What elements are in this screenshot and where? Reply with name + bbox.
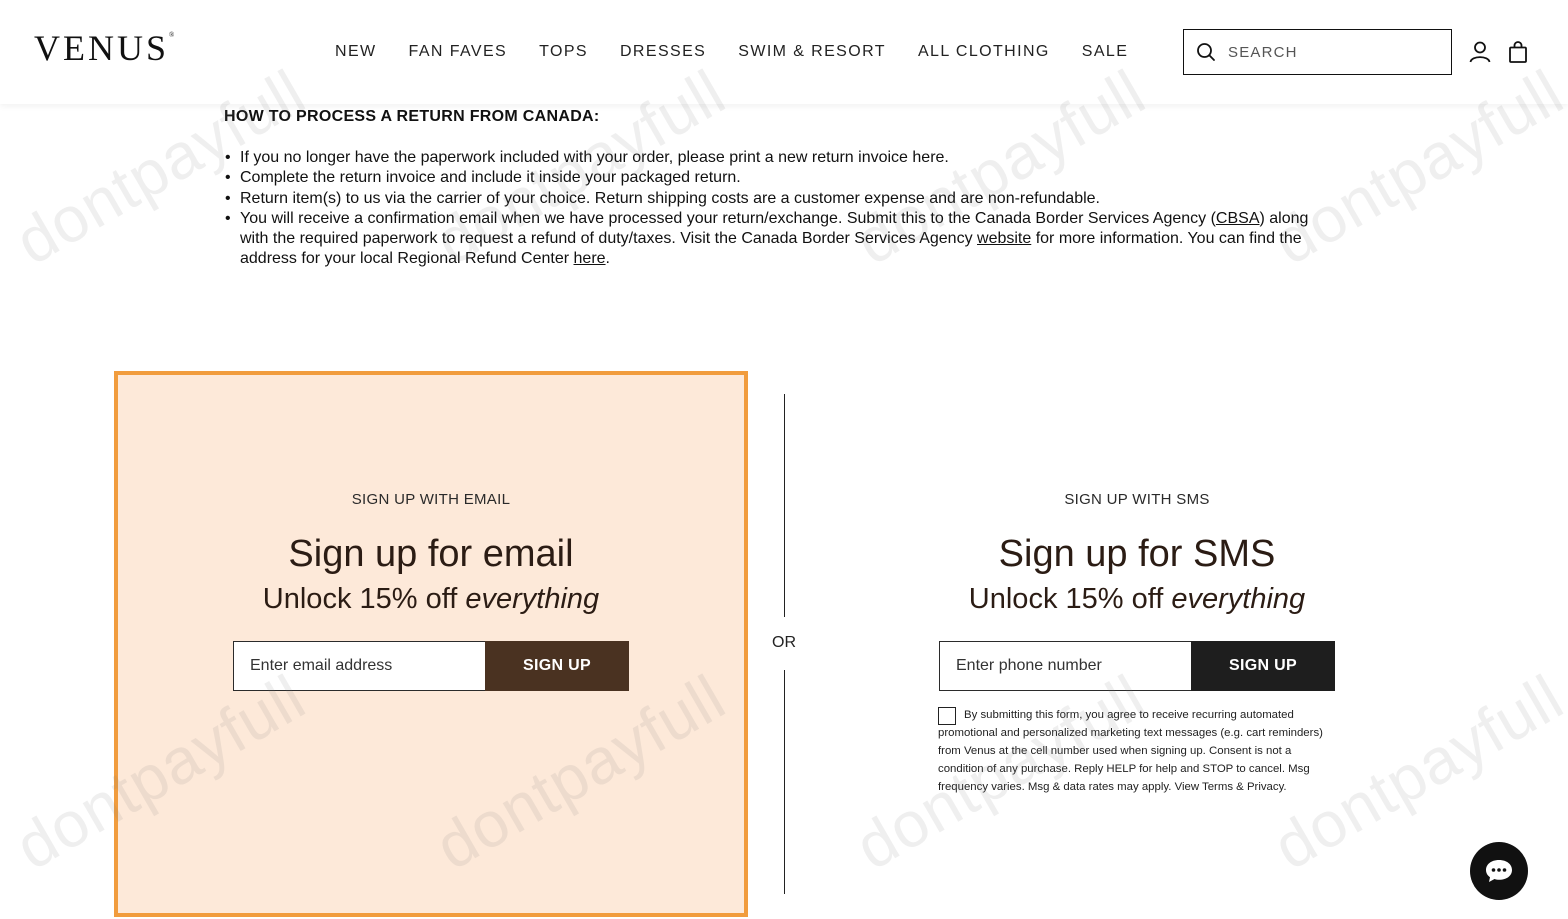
search-input[interactable] [1228,43,1428,61]
nav-fan-faves[interactable]: FAN FAVES [409,41,508,63]
returns-step: If you no longer have the paperwork incl… [224,148,1334,169]
nav-sale[interactable]: SALE [1082,41,1129,63]
email-signup-button[interactable]: SIGN UP [485,641,629,691]
email-signup-kicker: SIGN UP WITH EMAIL [351,491,511,508]
site-header: VENUS® NEW FAN FAVES TOPS DRESSES SWIM &… [0,0,1568,104]
nav-swim-resort[interactable]: SWIM & RESORT [738,41,886,63]
sms-consent: By submitting this form, you agree to re… [938,706,1338,796]
sms-signup-title: Sign up for SMS [998,533,1276,575]
sms-signup-button[interactable]: SIGN UP [1191,641,1335,691]
canada-returns-section: HOW TO PROCESS A RETURN FROM CANADA: If … [224,106,1334,270]
email-signup-subtitle: Unlock 15% off everything [262,583,600,615]
email-field[interactable] [233,641,485,691]
email-signup-card: SIGN UP WITH EMAIL Sign up for email Unl… [114,371,748,917]
consent-checkbox[interactable] [938,707,956,725]
account-icon[interactable] [1468,40,1492,64]
nav-all-clothing[interactable]: ALL CLOTHING [918,41,1050,63]
returns-step: You will receive a confirmation email wh… [224,209,1334,270]
step-text: . [605,250,610,268]
returns-heading: HOW TO PROCESS A RETURN FROM CANADA: [224,108,600,125]
divider-line [784,670,785,894]
search-box[interactable] [1183,29,1452,75]
sms-signup-kicker: SIGN UP WITH SMS [1064,491,1210,508]
nav-tops[interactable]: TOPS [539,41,588,63]
search-icon[interactable] [1196,42,1216,62]
nav-dresses[interactable]: DRESSES [620,41,706,63]
sms-signup-section: SIGN UP WITH SMS Sign up for SMS Unlock … [820,371,1454,917]
main-nav: NEW FAN FAVES TOPS DRESSES SWIM & RESORT… [335,41,1160,63]
phone-field[interactable] [939,641,1191,691]
venus-logo[interactable]: VENUS® [34,30,174,66]
nav-new[interactable]: NEW [335,41,377,63]
sms-signup-form: SIGN UP [939,641,1335,691]
refund-center-link[interactable]: here [574,250,606,267]
returns-step: Complete the return invoice and include … [224,168,1334,189]
chat-icon [1486,860,1512,882]
divider-line [784,394,785,617]
consent-text: By submitting this form, you agree to re… [938,709,1323,793]
chat-button[interactable] [1470,842,1528,900]
email-signup-title: Sign up for email [288,533,574,575]
shopping-bag-icon[interactable] [1506,40,1530,64]
email-signup-form: SIGN UP [233,641,629,691]
cbsa-link[interactable]: CBSA [1216,210,1260,227]
sms-signup-subtitle: Unlock 15% off everything [968,583,1306,615]
step-text: You will receive a confirmation email wh… [240,209,1216,227]
cbsa-website-link[interactable]: website [977,230,1031,247]
returns-step: Return item(s) to us via the carrier of … [224,189,1334,210]
returns-steps-list: If you no longer have the paperwork incl… [224,148,1334,270]
or-label: OR [772,634,796,651]
